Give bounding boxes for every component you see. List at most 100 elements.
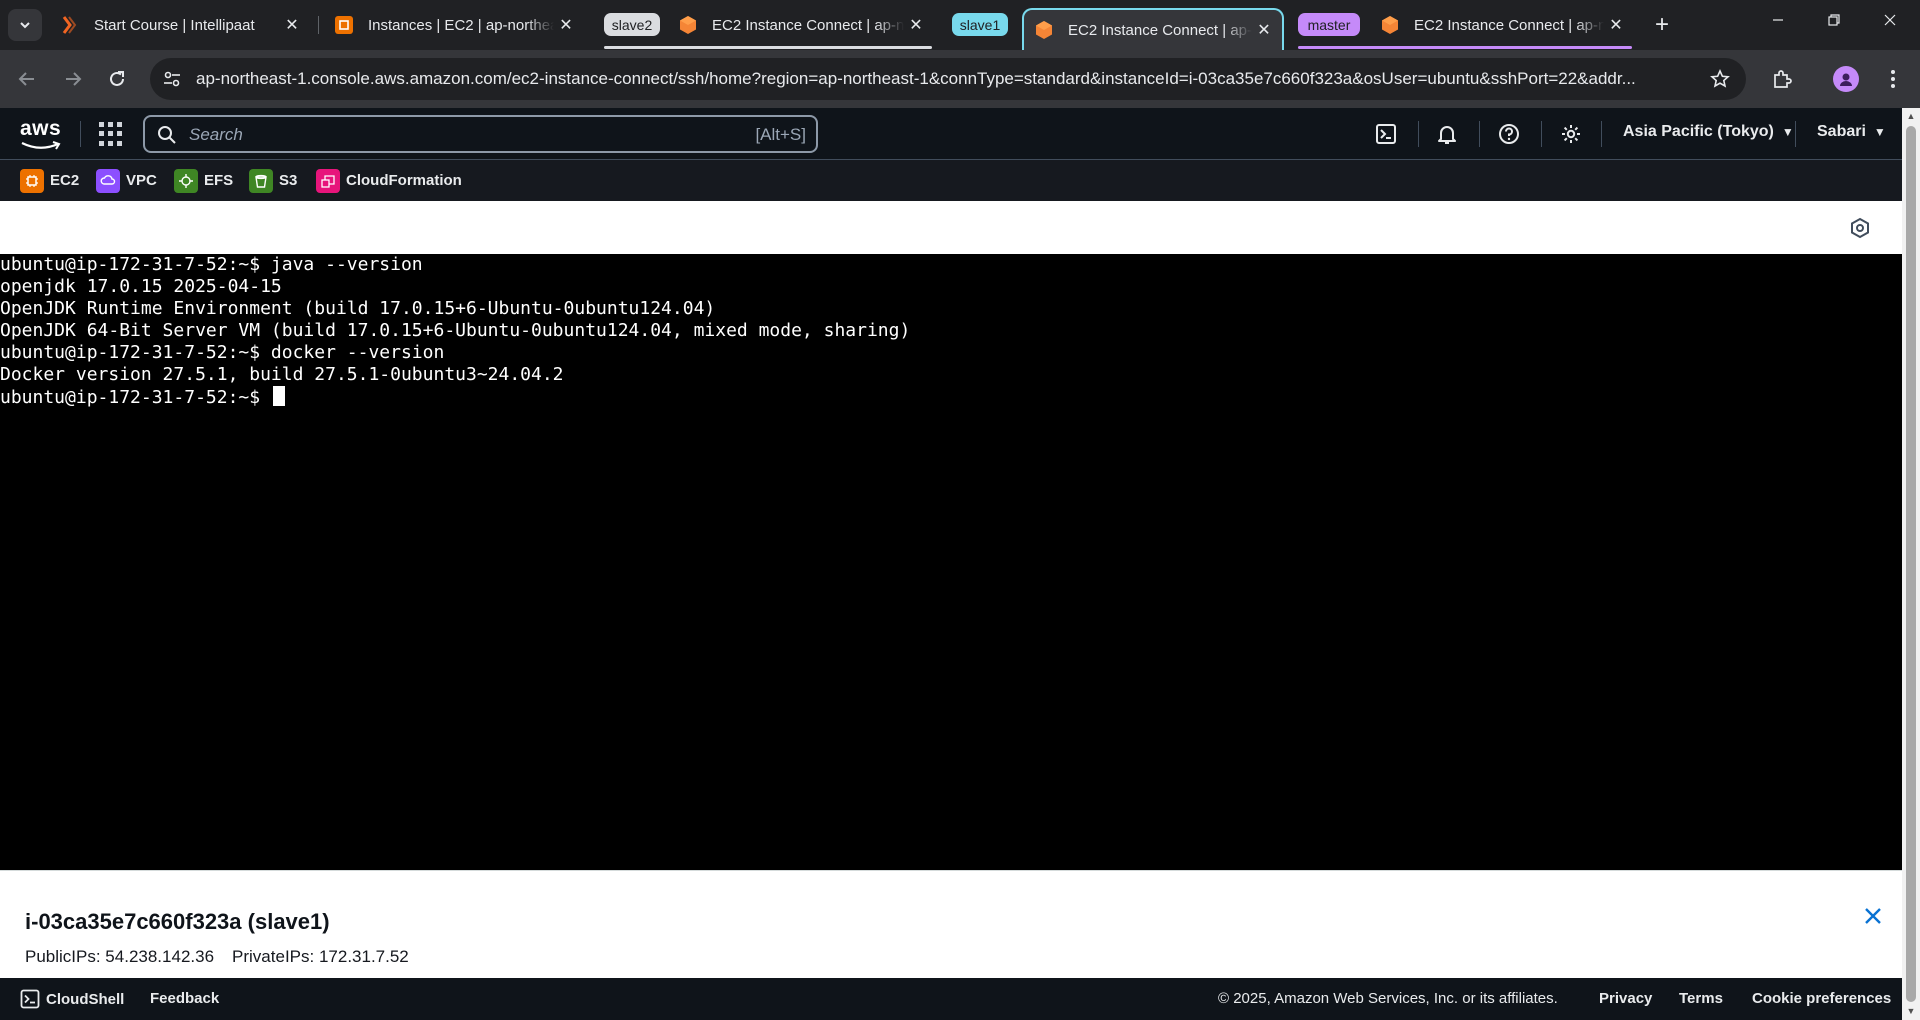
window-close-button[interactable] [1862,0,1918,40]
tab-ec2-instances[interactable]: Instances | EC2 | ap-northeast-1 ✕ [324,8,584,42]
terminal-line: openjdk 17.0.15 2025-04-15 [0,276,282,297]
favorite-label: CloudFormation [346,172,462,189]
site-info-icon[interactable] [160,67,184,91]
help-button[interactable] [1495,120,1523,148]
instance-info-panel: i-03ca35e7c660f323a (slave1) PublicIPs: … [0,870,1902,978]
header-divider [80,121,81,147]
scrollbar-thumb[interactable] [1906,126,1916,1002]
region-selector[interactable]: Asia Pacific (Tokyo) ▼ [1623,123,1794,141]
tab-search-button[interactable] [8,9,42,41]
aws-console-header: aws Search [Alt+S] Asia Pacific (Tokyo) ▼… [0,108,1902,160]
search-icon [158,126,176,144]
console-footer: CloudShell Feedback © 2025, Amazon Web S… [0,978,1902,1020]
browser-tab-bar: Start Course | Intellipaat ✕ Instances |… [0,0,1920,50]
scroll-up-arrow-icon[interactable]: ▲ [1906,111,1916,121]
minimize-button[interactable] [1750,0,1806,40]
close-icon[interactable]: ✕ [1604,13,1628,37]
browser-menu-button[interactable] [1876,62,1910,96]
ec2-icon [334,15,354,35]
reload-button[interactable] [100,62,134,96]
back-button[interactable] [10,62,44,96]
bookmark-star-icon[interactable] [1708,67,1732,91]
help-icon [1499,124,1519,144]
public-ips: PublicIPs: 54.238.142.36 [25,947,215,966]
cloudshell-icon [20,989,40,1009]
cloudshell-header-button[interactable] [1372,120,1400,148]
gear-icon [1562,125,1580,143]
tab-group-master[interactable]: master [1298,13,1360,36]
vpc-icon [96,168,120,193]
search-placeholder: Search [189,125,243,144]
instance-ips: PublicIPs: 54.238.142.36 PrivateIPs: 172.… [25,947,427,967]
close-icon [1884,14,1896,26]
restore-button[interactable] [1806,0,1862,40]
caret-down-icon: ▼ [1781,125,1794,139]
ssh-terminal[interactable]: ubuntu@ip-172-31-7-52:~$ java --version … [0,254,1902,870]
reload-icon [110,71,124,86]
tab-instance-connect-slave2[interactable]: EC2 Instance Connect | ap-northeast-1 ✕ [668,8,934,42]
address-url[interactable]: ap-northeast-1.console.aws.amazon.com/ec… [196,69,1656,89]
favorite-s3[interactable]: S3 [249,168,297,193]
arrow-left-icon [18,72,34,86]
close-icon[interactable]: ✕ [280,13,304,37]
tab-title: Instances | EC2 | ap-northeast-1 [368,16,554,34]
privacy-link[interactable]: Privacy [1599,990,1652,1007]
page-scrollbar[interactable]: ▲ ▼ [1902,108,1920,1020]
favorite-vpc[interactable]: VPC [96,168,157,193]
profile-avatar[interactable] [1833,66,1859,92]
forward-button[interactable] [56,62,90,96]
tab-instance-connect-slave1[interactable]: EC2 Instance Connect | ap-northeast-1 ✕ [1022,8,1284,50]
search-shortcut-hint: [Alt+S] [755,125,806,144]
aws-search-input[interactable]: Search [Alt+S] [143,115,818,153]
private-ips: PrivateIPs: 172.31.7.52 [232,947,409,966]
aws-smile-icon [21,141,61,150]
puzzle-icon [1774,70,1792,88]
copyright-text: © 2025, Amazon Web Services, Inc. or its… [1218,990,1558,1007]
settings-button[interactable] [1557,120,1585,148]
scroll-down-arrow-icon[interactable]: ▼ [1906,1006,1916,1016]
aws-cube-icon [1380,15,1400,35]
aws-logo[interactable]: aws [20,117,62,150]
new-tab-button[interactable]: + [1648,11,1676,39]
bell-icon [1438,126,1456,144]
services-grid-icon[interactable] [99,122,123,146]
instance-title: i-03ca35e7c660f323a (slave1) [25,909,330,934]
favorite-efs[interactable]: EFS [174,168,233,193]
feedback-link[interactable]: Feedback [150,990,219,1007]
ec2-icon [20,168,44,193]
terminal-line: Docker version 27.5.1, build 27.5.1-0ubu… [0,364,564,385]
tab-group-slave2[interactable]: slave2 [604,13,660,36]
terminal-line: ubuntu@ip-172-31-7-52:~$ java --version [0,254,423,275]
favorite-label: EFS [204,172,234,189]
favorite-label: VPC [126,172,157,189]
cookie-preferences-link[interactable]: Cookie preferences [1752,990,1891,1007]
extensions-button[interactable] [1765,62,1799,96]
tab-title: EC2 Instance Connect | ap-northeast-1 [1414,16,1604,34]
tab-instance-connect-master[interactable]: EC2 Instance Connect | ap-northeast-1 ✕ [1370,8,1634,42]
aws-cube-icon [1034,20,1054,40]
notifications-button[interactable] [1433,120,1461,148]
favorite-ec2[interactable]: EC2 [20,168,79,193]
close-info-panel-button[interactable] [1860,903,1886,929]
tab-group-underline [1298,46,1632,49]
chevron-down-icon [20,22,30,29]
address-bar[interactable]: ap-northeast-1.console.aws.amazon.com/ec… [150,58,1746,100]
plus-icon: + [1654,11,1669,38]
account-menu[interactable]: Sabari ▼ [1817,123,1886,141]
kebab-menu-icon [1891,70,1895,88]
close-icon[interactable]: ✕ [554,13,578,37]
tab-start-course[interactable]: Start Course | Intellipaat ✕ [50,8,310,42]
intellipaat-icon [60,15,80,35]
account-name: Sabari [1817,123,1866,140]
terms-link[interactable]: Terms [1679,990,1723,1007]
cloudshell-footer-button[interactable]: CloudShell [20,989,124,1009]
close-icon[interactable]: ✕ [1252,18,1276,42]
terminal-prompt-line: ubuntu@ip-172-31-7-52:~$ [0,386,1902,408]
terminal-line: OpenJDK Runtime Environment (build 17.0.… [0,298,716,319]
aws-logo-text: aws [20,117,62,140]
close-icon[interactable]: ✕ [904,13,928,37]
terminal-settings-button[interactable] [1848,216,1872,240]
tab-title: Start Course | Intellipaat [94,16,255,34]
favorite-cloudformation[interactable]: CloudFormation [316,168,462,193]
tab-group-slave1[interactable]: slave1 [952,13,1008,36]
